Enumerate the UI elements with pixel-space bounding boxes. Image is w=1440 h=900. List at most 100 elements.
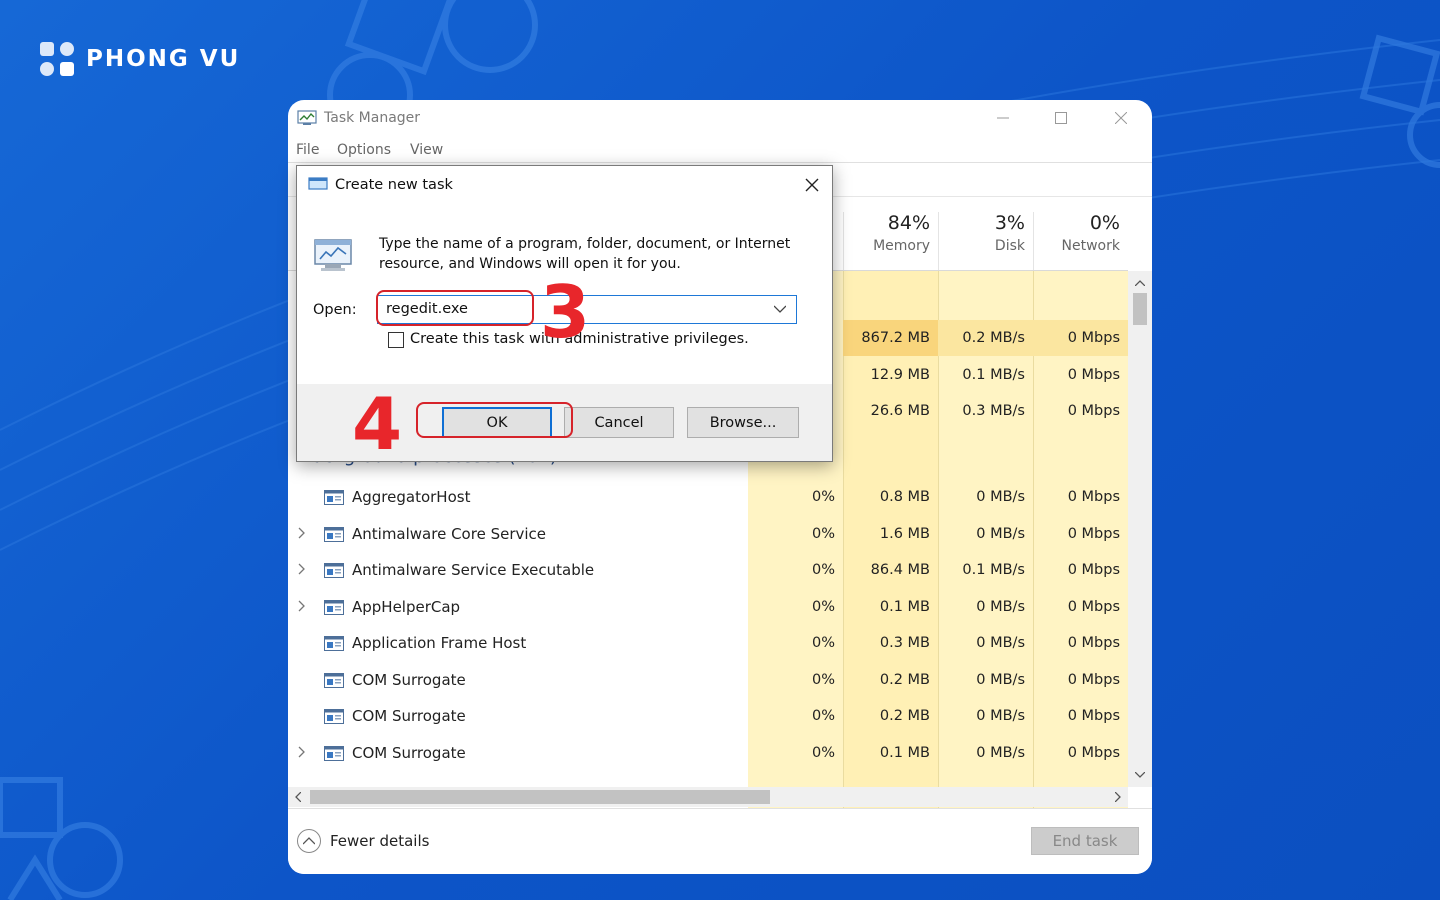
dialog-title: Create new task [335,177,453,193]
chevron-right-icon[interactable] [298,746,306,758]
memory-cell: 0.1 MB [879,744,930,761]
chevron-right-icon[interactable] [298,600,306,612]
run-icon [308,177,328,190]
memory-cell: 86.4 MB [870,562,930,578]
network-label: Network [1061,238,1120,254]
process-name: Antimalware Core Service [352,524,547,543]
disk-cell: 0 MB/s [976,525,1025,542]
network-cell: 0 Mbps [1067,489,1120,505]
memory-cell: 1.6 MB [879,525,930,542]
memory-percent: 84% [887,212,930,234]
minimize-button[interactable] [980,104,1026,132]
open-label: Open: [313,302,357,318]
chevron-down-icon[interactable] [774,305,786,313]
process-icon [324,672,344,688]
disk-cell: 0 MB/s [976,598,1025,615]
title-bar[interactable]: Task Manager [288,100,1152,136]
vertical-scroll-thumb[interactable] [1133,293,1147,325]
horizontal-scroll-thumb[interactable] [310,790,770,804]
process-icon [324,563,344,578]
step-number-3: 3 [540,270,591,354]
menu-bar: File Options View [288,140,1152,162]
network-cell: 0 Mbps [1033,320,1128,356]
cancel-button[interactable]: Cancel [564,407,674,438]
network-cell: 0 Mbps [1067,635,1120,651]
horizontal-scrollbar[interactable] [288,787,1128,807]
cpu-cell: 0% [811,635,835,651]
column-header-disk[interactable]: 3% Disk [938,212,1033,270]
scroll-left-arrow[interactable] [292,791,304,803]
maximize-button[interactable] [1038,104,1084,132]
chevron-right-icon [1115,792,1121,802]
table-row[interactable]: Antimalware Service Executable 0% 86.4 MB 0… [288,552,1128,588]
menu-file[interactable]: File [296,142,319,158]
table-row[interactable]: COM Surrogate 0% 0.2 MB 0 MB/s 0 Mbps [288,698,1128,734]
disk-cell: 0 MB/s [976,708,1025,724]
cancel-label: Cancel [594,414,644,431]
browse-button[interactable]: Browse... [687,407,799,438]
network-cell: 0 Mbps [1067,525,1120,542]
cpu-cell: 0% [811,671,835,688]
table-row[interactable]: COM Surrogate 0% 0.1 MB 0 MB/s 0 Mbps [288,735,1128,771]
brand-logo: PHONG VU [38,40,240,78]
chevron-right-icon[interactable] [298,527,306,539]
menu-view[interactable]: View [410,142,443,158]
process-name: Antimalware Service Executable [352,561,595,579]
scroll-right-arrow[interactable] [1112,791,1124,803]
tab-strip-divider [288,162,1152,163]
fewer-details-link[interactable]: Fewer details [330,832,429,850]
window-title: Task Manager [324,110,421,126]
scroll-down-arrow[interactable] [1134,769,1146,781]
table-row[interactable]: Application Frame Host 0% 0.3 MB 0 MB/s 0 Mb… [288,625,1128,661]
disk-label: Disk [994,238,1025,254]
close-icon [805,178,819,192]
browse-label: Browse... [709,414,777,431]
disk-cell: 0 MB/s [976,489,1025,505]
end-task-button[interactable]: End task [1031,827,1139,855]
column-header-network[interactable]: 0% Network [1033,212,1128,270]
fewer-details-button[interactable] [297,829,321,853]
dialog-close-button[interactable] [797,172,827,198]
cpu-cell: 0% [811,562,835,578]
table-row[interactable]: COM Surrogate 0% 0.2 MB 0 MB/s 0 Mbps [288,662,1128,698]
vertical-scrollbar[interactable] [1128,271,1152,787]
chevron-up-icon [1135,280,1145,286]
disk-cell: 0.1 MB/s [962,367,1025,383]
cpu-cell: 0% [811,708,835,724]
window-footer: Fewer details End task [288,808,1152,874]
network-cell: 0 Mbps [1067,367,1120,383]
memory-cell: 12.9 MB [870,367,930,383]
step-number-4: 4 [352,382,403,466]
table-row[interactable]: AppHelperCap 0% 0.1 MB 0 MB/s 0 Mbps [288,589,1128,625]
network-cell: 0 Mbps [1067,671,1120,688]
chevron-right-icon[interactable] [298,563,306,575]
network-cell: 0 Mbps [1067,598,1120,615]
disk-cell: 0 MB/s [976,635,1025,651]
admin-privileges-checkbox[interactable] [388,332,404,348]
minimize-icon [997,117,1009,119]
disk-cell: 0.2 MB/s [938,320,1033,356]
table-row[interactable]: AggregatorHost 0% 0.8 MB 0 MB/s 0 Mbps [288,479,1128,515]
highlight-ok-button [416,402,573,438]
process-icon [324,745,344,761]
process-name: AppHelperCap [352,597,461,616]
process-name: Application Frame Host [352,634,527,652]
close-button[interactable] [1098,104,1144,132]
menu-options[interactable]: Options [337,142,391,158]
memory-cell: 0.2 MB [879,671,930,688]
chevron-left-icon [295,792,301,802]
disk-percent: 3% [994,212,1025,234]
cpu-cell: 0% [811,489,835,505]
process-icon [324,526,344,542]
table-row[interactable]: Antimalware Core Service 0% 1.6 MB 0 MB/s 0 … [288,516,1128,552]
disk-cell: 0 MB/s [976,671,1025,688]
highlight-open-input [376,290,534,326]
scroll-up-arrow[interactable] [1134,277,1146,289]
column-header-memory[interactable]: 84% Memory [843,212,938,270]
network-cell: 0 Mbps [1067,708,1120,724]
process-name: COM Surrogate [352,670,466,689]
process-name: AggregatorHost [352,488,471,506]
logo-mark-icon [40,42,74,76]
chevron-down-icon [1135,772,1145,778]
memory-cell: 0.3 MB [879,635,930,651]
